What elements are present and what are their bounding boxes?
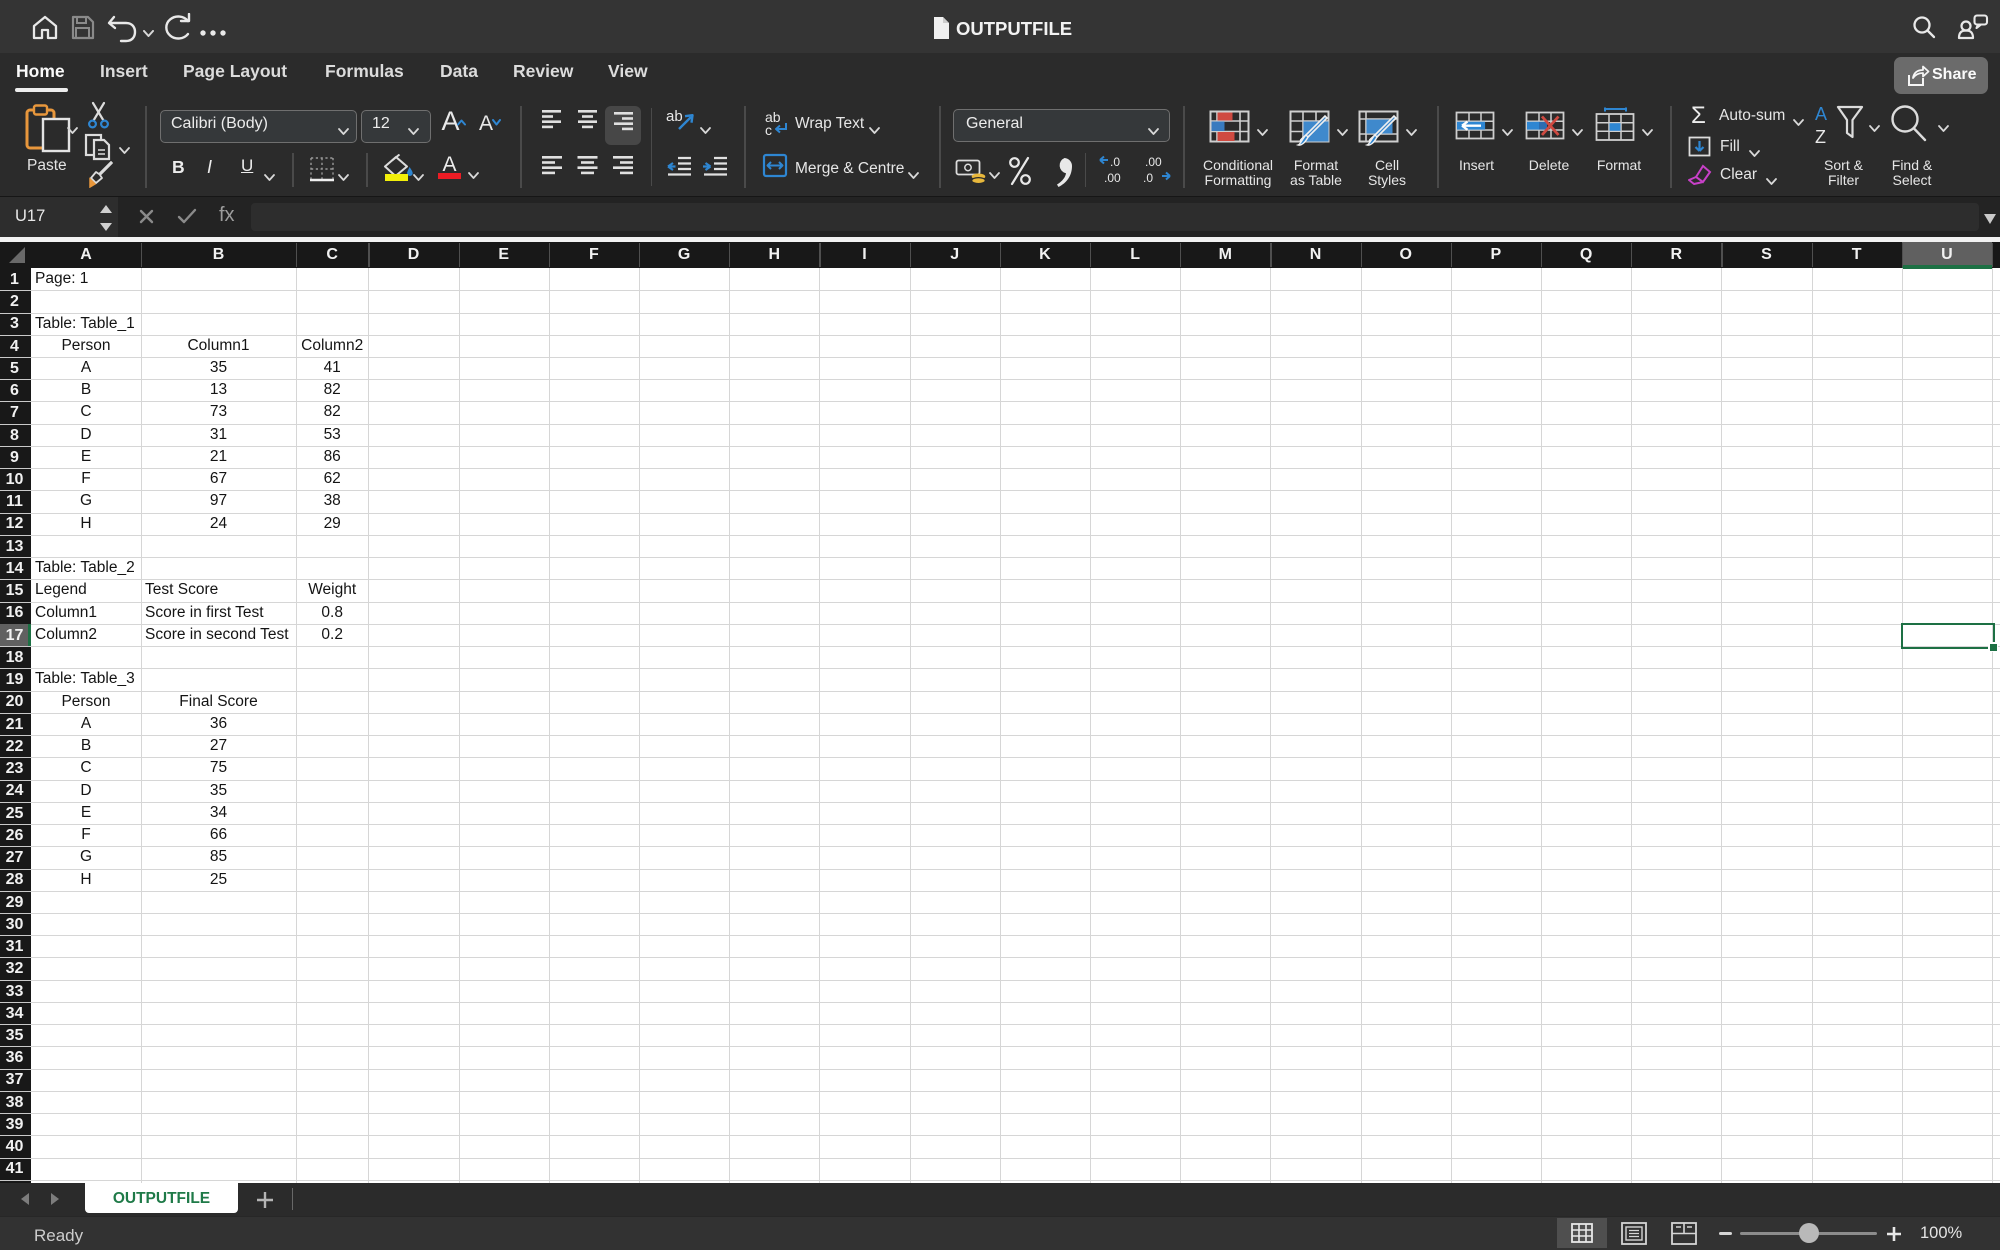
svg-text:Z: Z [1815, 127, 1826, 147]
svg-text:.0: .0 [1110, 155, 1120, 169]
svg-text:A: A [1815, 104, 1827, 124]
svg-text:.0: .0 [1143, 171, 1153, 185]
svg-text:.00: .00 [1104, 171, 1121, 185]
svg-text:c: c [765, 122, 772, 137]
svg-text:.00: .00 [1145, 155, 1162, 169]
